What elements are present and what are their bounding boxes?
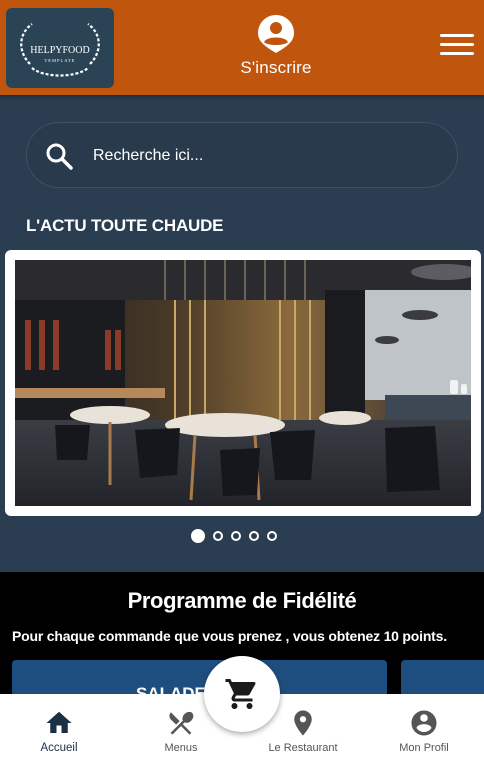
search-icon: [46, 143, 73, 170]
cart-button[interactable]: [204, 656, 280, 732]
nav-label: Mon Profil: [399, 742, 449, 754]
home-icon: [46, 711, 72, 733]
nav-label: Accueil: [40, 742, 78, 754]
account-pin-icon: [258, 15, 294, 53]
nav-item-mon-profil[interactable]: Mon Profil: [369, 708, 479, 760]
signup-button[interactable]: S'inscrire: [226, 14, 326, 86]
nav-label: Menus: [164, 742, 198, 754]
signup-label: S'inscrire: [240, 58, 312, 77]
cart-icon: [225, 679, 256, 709]
fidelity-description: Pour chaque commande que vous prenez , v…: [12, 628, 447, 644]
fidelity-title: Programme de Fidélité: [127, 588, 357, 613]
logo-subtext: TEMPLATE: [45, 58, 76, 63]
carousel-dot-3[interactable]: [231, 531, 241, 541]
nav-label: Le Restaurant: [268, 742, 338, 754]
account-circle-icon: [411, 710, 437, 736]
location-pin-icon: [294, 710, 312, 736]
nav-item-accueil[interactable]: Accueil: [4, 708, 114, 760]
carousel-dot-2[interactable]: [213, 531, 223, 541]
helpyfood-logo[interactable]: HELPYFOOD TEMPLATE: [6, 8, 114, 88]
news-section-title: L'ACTU TOUTE CHAUDE: [26, 216, 224, 235]
carousel-dot-5[interactable]: [267, 531, 277, 541]
hamburger-menu-icon[interactable]: [440, 34, 474, 62]
cutlery-icon: [169, 711, 194, 735]
logo-wreath: HELPYFOOD TEMPLATE: [20, 23, 100, 77]
carousel-dot-4[interactable]: [249, 531, 259, 541]
news-carousel-slide[interactable]: [5, 250, 481, 516]
search-bar[interactable]: [26, 122, 458, 188]
carousel-pagination: [191, 529, 277, 543]
search-input[interactable]: [91, 137, 435, 175]
app-header: HELPYFOOD TEMPLATE S'inscrire: [0, 0, 484, 95]
carousel-dot-1[interactable]: [191, 529, 205, 543]
logo-text: HELPYFOOD: [30, 45, 89, 56]
restaurant-interior-image: [15, 260, 471, 506]
